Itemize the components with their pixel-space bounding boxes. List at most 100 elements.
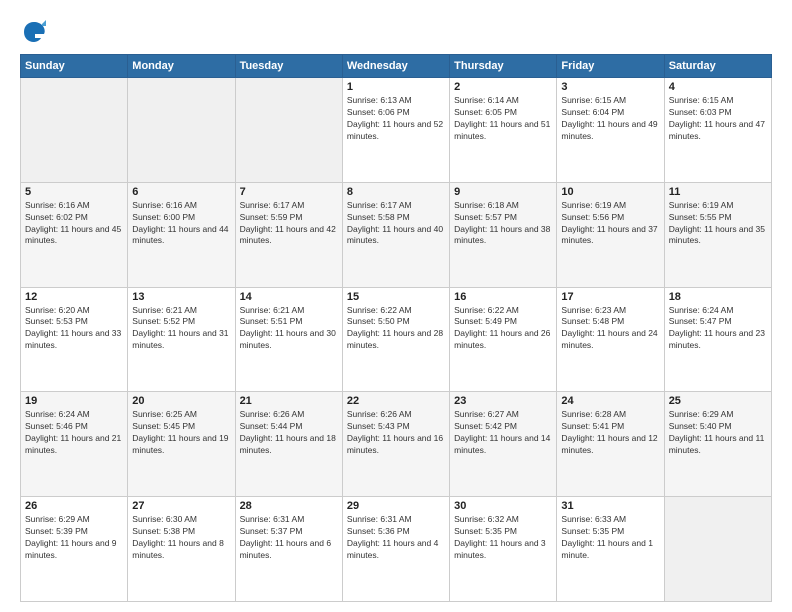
day-number: 13 bbox=[132, 291, 230, 303]
day-number: 15 bbox=[347, 291, 445, 303]
day-info: Sunrise: 6:21 AM Sunset: 5:52 PM Dayligh… bbox=[132, 305, 230, 353]
calendar-cell: 3Sunrise: 6:15 AM Sunset: 6:04 PM Daylig… bbox=[557, 78, 664, 183]
calendar-header-monday: Monday bbox=[128, 55, 235, 78]
day-info: Sunrise: 6:31 AM Sunset: 5:36 PM Dayligh… bbox=[347, 514, 445, 562]
day-info: Sunrise: 6:23 AM Sunset: 5:48 PM Dayligh… bbox=[561, 305, 659, 353]
day-number: 1 bbox=[347, 81, 445, 93]
day-number: 6 bbox=[132, 186, 230, 198]
calendar-cell: 11Sunrise: 6:19 AM Sunset: 5:55 PM Dayli… bbox=[664, 182, 771, 287]
day-number: 19 bbox=[25, 395, 123, 407]
day-info: Sunrise: 6:14 AM Sunset: 6:05 PM Dayligh… bbox=[454, 95, 552, 143]
day-number: 30 bbox=[454, 500, 552, 512]
day-info: Sunrise: 6:22 AM Sunset: 5:49 PM Dayligh… bbox=[454, 305, 552, 353]
calendar-cell: 12 Sunrise: 6:20 AM Sunset: 5:53 PM Dayli… bbox=[21, 287, 128, 392]
day-number: 29 bbox=[347, 500, 445, 512]
day-info: Sunrise: 6:15 AM Sunset: 6:04 PM Dayligh… bbox=[561, 95, 659, 143]
day-info: Sunrise: 6:26 AM Sunset: 5:44 PM Dayligh… bbox=[240, 409, 338, 457]
calendar-cell: 1 Sunrise: 6:13 AM Sunset: 6:06 PM Daylig… bbox=[342, 78, 449, 183]
calendar-header-wednesday: Wednesday bbox=[342, 55, 449, 78]
calendar-cell: 17 Sunrise: 6:23 AM Sunset: 5:48 PM Dayli… bbox=[557, 287, 664, 392]
calendar-cell: 29 Sunrise: 6:31 AM Sunset: 5:36 PM Dayli… bbox=[342, 497, 449, 602]
calendar-cell bbox=[128, 78, 235, 183]
day-number: 14 bbox=[240, 291, 338, 303]
calendar-table: SundayMondayTuesdayWednesdayThursdayFrid… bbox=[20, 54, 772, 602]
day-info: Sunrise: 6:24 AM Sunset: 5:47 PM Dayligh… bbox=[669, 305, 767, 353]
day-number: 23 bbox=[454, 395, 552, 407]
day-number: 22 bbox=[347, 395, 445, 407]
day-info: Sunrise: 6:27 AM Sunset: 5:42 PM Dayligh… bbox=[454, 409, 552, 457]
day-info: Sunrise: 6:25 AM Sunset: 5:45 PM Dayligh… bbox=[132, 409, 230, 457]
day-info: Sunrise: 6:15 AM Sunset: 6:03 PM Dayligh… bbox=[669, 95, 767, 143]
calendar-cell: 7 Sunrise: 6:17 AM Sunset: 5:59 PM Daylig… bbox=[235, 182, 342, 287]
calendar-header-row: SundayMondayTuesdayWednesdayThursdayFrid… bbox=[21, 55, 772, 78]
day-number: 12 bbox=[25, 291, 123, 303]
calendar-header-friday: Friday bbox=[557, 55, 664, 78]
day-number: 5 bbox=[25, 186, 123, 198]
day-number: 21 bbox=[240, 395, 338, 407]
day-info: Sunrise: 6:17 AM Sunset: 5:58 PM Dayligh… bbox=[347, 200, 445, 248]
day-info: Sunrise: 6:19 AM Sunset: 5:56 PM Dayligh… bbox=[561, 200, 659, 248]
day-info: Sunrise: 6:21 AM Sunset: 5:51 PM Dayligh… bbox=[240, 305, 338, 353]
calendar-week-3: 12 Sunrise: 6:20 AM Sunset: 5:53 PM Dayli… bbox=[21, 287, 772, 392]
calendar-cell: 21 Sunrise: 6:26 AM Sunset: 5:44 PM Dayli… bbox=[235, 392, 342, 497]
logo-icon bbox=[20, 18, 48, 46]
day-info: Sunrise: 6:13 AM Sunset: 6:06 PM Dayligh… bbox=[347, 95, 445, 143]
calendar-cell: 6 Sunrise: 6:16 AM Sunset: 6:00 PM Daylig… bbox=[128, 182, 235, 287]
day-info: Sunrise: 6:33 AM Sunset: 5:35 PM Dayligh… bbox=[561, 514, 659, 562]
day-number: 24 bbox=[561, 395, 659, 407]
calendar-cell: 28 Sunrise: 6:31 AM Sunset: 5:37 PM Dayli… bbox=[235, 497, 342, 602]
calendar-cell: 10 Sunrise: 6:19 AM Sunset: 5:56 PM Dayli… bbox=[557, 182, 664, 287]
day-number: 7 bbox=[240, 186, 338, 198]
calendar-header-sunday: Sunday bbox=[21, 55, 128, 78]
calendar-cell: 16 Sunrise: 6:22 AM Sunset: 5:49 PM Dayli… bbox=[450, 287, 557, 392]
calendar-cell: 24 Sunrise: 6:28 AM Sunset: 5:41 PM Dayli… bbox=[557, 392, 664, 497]
day-number: 9 bbox=[454, 186, 552, 198]
day-info: Sunrise: 6:26 AM Sunset: 5:43 PM Dayligh… bbox=[347, 409, 445, 457]
calendar-cell: 25 Sunrise: 6:29 AM Sunset: 5:40 PM Dayli… bbox=[664, 392, 771, 497]
calendar-cell bbox=[235, 78, 342, 183]
calendar-cell bbox=[664, 497, 771, 602]
day-info: Sunrise: 6:16 AM Sunset: 6:00 PM Dayligh… bbox=[132, 200, 230, 248]
calendar-cell: 9 Sunrise: 6:18 AM Sunset: 5:57 PM Daylig… bbox=[450, 182, 557, 287]
day-number: 18 bbox=[669, 291, 767, 303]
calendar-cell: 14 Sunrise: 6:21 AM Sunset: 5:51 PM Dayli… bbox=[235, 287, 342, 392]
calendar-week-4: 19 Sunrise: 6:24 AM Sunset: 5:46 PM Dayli… bbox=[21, 392, 772, 497]
day-number: 10 bbox=[561, 186, 659, 198]
calendar-header-tuesday: Tuesday bbox=[235, 55, 342, 78]
day-info: Sunrise: 6:22 AM Sunset: 5:50 PM Dayligh… bbox=[347, 305, 445, 353]
day-number: 28 bbox=[240, 500, 338, 512]
calendar-cell: 30 Sunrise: 6:32 AM Sunset: 5:35 PM Dayli… bbox=[450, 497, 557, 602]
day-number: 27 bbox=[132, 500, 230, 512]
calendar-cell: 27Sunrise: 6:30 AM Sunset: 5:38 PM Dayli… bbox=[128, 497, 235, 602]
calendar-header-saturday: Saturday bbox=[664, 55, 771, 78]
day-number: 16 bbox=[454, 291, 552, 303]
calendar-cell: 15 Sunrise: 6:22 AM Sunset: 5:50 PM Dayli… bbox=[342, 287, 449, 392]
day-number: 26 bbox=[25, 500, 123, 512]
day-number: 8 bbox=[347, 186, 445, 198]
day-info: Sunrise: 6:17 AM Sunset: 5:59 PM Dayligh… bbox=[240, 200, 338, 248]
calendar-cell: 8 Sunrise: 6:17 AM Sunset: 5:58 PM Daylig… bbox=[342, 182, 449, 287]
day-info: Sunrise: 6:19 AM Sunset: 5:55 PM Dayligh… bbox=[669, 200, 767, 248]
day-number: 25 bbox=[669, 395, 767, 407]
day-info: Sunrise: 6:29 AM Sunset: 5:39 PM Dayligh… bbox=[25, 514, 123, 562]
header bbox=[20, 18, 772, 46]
calendar-cell: 22 Sunrise: 6:26 AM Sunset: 5:43 PM Dayli… bbox=[342, 392, 449, 497]
calendar-cell: 13 Sunrise: 6:21 AM Sunset: 5:52 PM Dayli… bbox=[128, 287, 235, 392]
day-info: Sunrise: 6:20 AM Sunset: 5:53 PM Dayligh… bbox=[25, 305, 123, 353]
day-info: Sunrise: 6:28 AM Sunset: 5:41 PM Dayligh… bbox=[561, 409, 659, 457]
day-info: Sunrise: 6:18 AM Sunset: 5:57 PM Dayligh… bbox=[454, 200, 552, 248]
day-number: 20 bbox=[132, 395, 230, 407]
day-number: 17 bbox=[561, 291, 659, 303]
calendar-cell: 20 Sunrise: 6:25 AM Sunset: 5:45 PM Dayli… bbox=[128, 392, 235, 497]
calendar-cell: 2 Sunrise: 6:14 AM Sunset: 6:05 PM Daylig… bbox=[450, 78, 557, 183]
day-info: Sunrise: 6:31 AM Sunset: 5:37 PM Dayligh… bbox=[240, 514, 338, 562]
day-number: 31 bbox=[561, 500, 659, 512]
calendar-cell: 5 Sunrise: 6:16 AM Sunset: 6:02 PM Daylig… bbox=[21, 182, 128, 287]
day-number: 4 bbox=[669, 81, 767, 93]
calendar-week-2: 5 Sunrise: 6:16 AM Sunset: 6:02 PM Daylig… bbox=[21, 182, 772, 287]
day-info: Sunrise: 6:24 AM Sunset: 5:46 PM Dayligh… bbox=[25, 409, 123, 457]
day-info: Sunrise: 6:29 AM Sunset: 5:40 PM Dayligh… bbox=[669, 409, 767, 457]
day-info: Sunrise: 6:16 AM Sunset: 6:02 PM Dayligh… bbox=[25, 200, 123, 248]
day-number: 2 bbox=[454, 81, 552, 93]
day-info: Sunrise: 6:32 AM Sunset: 5:35 PM Dayligh… bbox=[454, 514, 552, 562]
